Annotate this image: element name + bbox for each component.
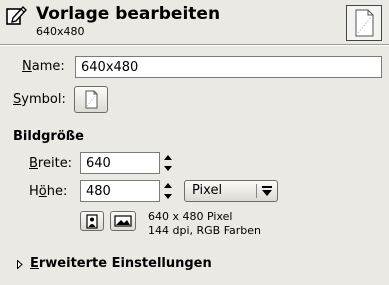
- spin-down-icon: [164, 166, 172, 171]
- spin-up-icon: [164, 183, 172, 188]
- image-size-heading: Bildgröße: [13, 129, 84, 144]
- portrait-button[interactable]: [80, 211, 104, 231]
- spin-down-icon: [164, 194, 172, 199]
- dialog-subtitle: 640x480: [36, 25, 85, 38]
- landscape-orientation-icon: [114, 215, 132, 227]
- dialog-header: Vorlage bearbeiten 640x480: [0, 0, 389, 42]
- height-input[interactable]: [80, 180, 160, 202]
- height-spin-buttons[interactable]: [162, 180, 174, 202]
- unit-select-value: Pixel: [192, 183, 223, 198]
- name-label: Name:: [22, 59, 65, 74]
- edit-template-icon: [6, 5, 27, 25]
- spin-up-icon: [164, 155, 172, 160]
- dialog-title: Vorlage bearbeiten: [36, 4, 221, 24]
- height-label: Höhe:: [29, 184, 68, 199]
- width-spin-buttons[interactable]: [162, 152, 174, 174]
- document-icon: [355, 9, 374, 37]
- landscape-button[interactable]: [110, 211, 136, 231]
- header-separator-highlight: [0, 45, 389, 46]
- unit-select[interactable]: Pixel: [184, 180, 278, 202]
- width-input[interactable]: [80, 152, 160, 174]
- document-icon: [85, 90, 98, 109]
- advanced-settings-label: Erweiterte Einstellungen: [30, 256, 212, 271]
- image-info-resolution: 144 dpi, RGB Farben: [148, 224, 262, 237]
- template-thumbnail: [346, 5, 382, 41]
- image-info-size: 640 x 480 Pixel: [148, 210, 233, 223]
- name-input[interactable]: [75, 56, 382, 78]
- portrait-orientation-icon: [86, 214, 98, 229]
- expander-arrow-icon: [17, 260, 23, 269]
- image-info: 640 x 480 Pixel 144 dpi, RGB Farben: [148, 210, 261, 238]
- width-label: Breite:: [29, 156, 73, 171]
- symbol-button[interactable]: [74, 86, 108, 113]
- dropdown-arrow-icon: [262, 186, 272, 196]
- symbol-label: Symbol:: [13, 92, 66, 107]
- unit-select-divider: [256, 184, 257, 198]
